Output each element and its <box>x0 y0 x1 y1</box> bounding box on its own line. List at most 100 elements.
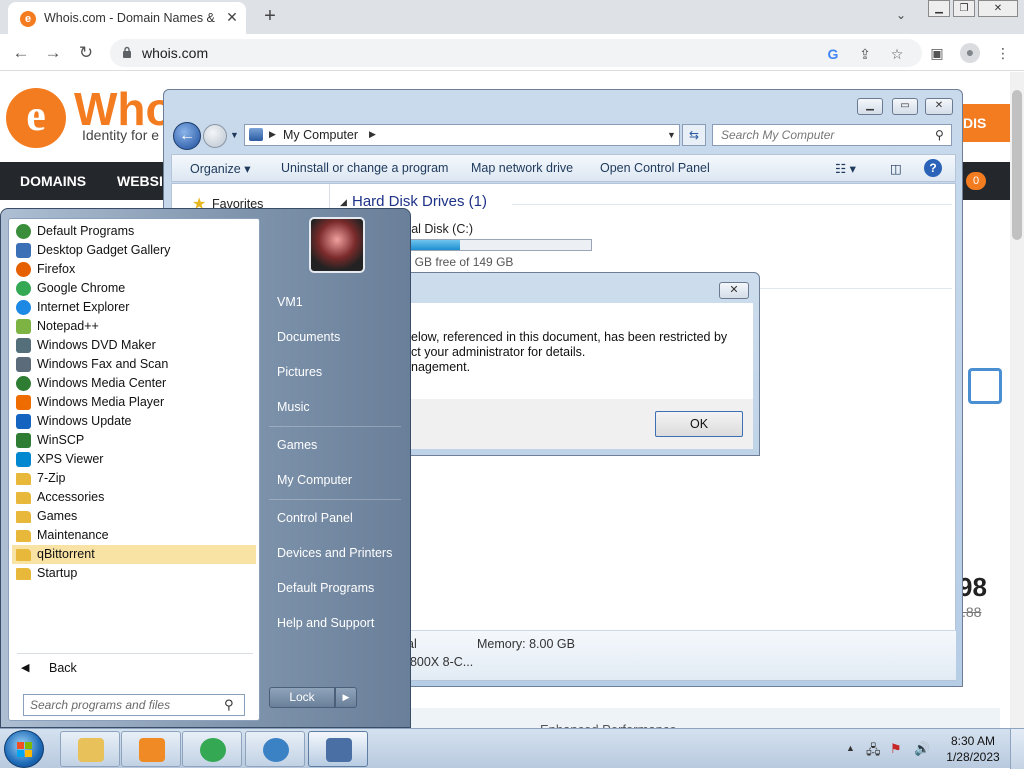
discount-button[interactable]: DIS <box>955 104 1010 142</box>
help-icon[interactable]: ? <box>924 159 942 177</box>
start-item-pictures[interactable]: Pictures <box>277 365 322 379</box>
dialog-close-button[interactable]: ✕ <box>719 282 749 299</box>
start-item-user[interactable]: VM1 <box>277 295 303 309</box>
uninstall-program-button[interactable]: Uninstall or change a program <box>281 161 448 175</box>
new-tab-button[interactable]: + <box>258 5 282 29</box>
change-view-icon[interactable]: ☷ ▾ <box>835 161 856 176</box>
start-item-control-panel[interactable]: Control Panel <box>277 511 353 525</box>
search-icon[interactable]: ⚲ <box>224 697 234 713</box>
star-icon[interactable]: ☆ <box>888 45 906 63</box>
breadcrumb-arrow-icon[interactable]: ▶ <box>369 129 376 140</box>
back-button[interactable]: Back <box>49 661 77 675</box>
explorer-maximize-button[interactable]: ▭ <box>892 98 918 115</box>
start-item-documents[interactable]: Documents <box>277 330 340 344</box>
network-icon[interactable]: 🖧 <box>866 741 881 763</box>
clock-time[interactable]: 8:30 AM <box>948 734 998 748</box>
clock-date[interactable]: 1/28/2023 <box>946 750 1000 764</box>
browser-tab[interactable]: e Whois.com - Domain Names & I ✕ <box>8 2 246 34</box>
close-button[interactable]: ✕ <box>978 0 1018 17</box>
start-item-my-computer[interactable]: My Computer <box>277 473 352 487</box>
profile-icon[interactable]: ● <box>960 43 980 63</box>
share-icon[interactable]: ⇪ <box>856 45 874 63</box>
program-item[interactable]: Notepad++ <box>12 317 256 336</box>
forward-icon[interactable]: → <box>42 42 64 64</box>
show-hidden-icon[interactable]: ▲ <box>846 743 855 753</box>
program-item[interactable]: Internet Explorer <box>12 298 256 317</box>
taskbar-button[interactable] <box>121 731 181 767</box>
search-list-icon[interactable] <box>968 368 1002 404</box>
start-item-help-support[interactable]: Help and Support <box>277 616 374 630</box>
explorer-address-bar[interactable]: ▶ My Computer ▶ ▼ <box>244 124 680 146</box>
program-item[interactable]: qBittorrent <box>12 545 256 564</box>
program-item[interactable]: 7-Zip <box>12 469 256 488</box>
program-item[interactable]: Windows Media Center <box>12 374 256 393</box>
taskbar-button[interactable] <box>60 731 120 767</box>
open-control-panel-button[interactable]: Open Control Panel <box>600 161 710 175</box>
explorer-search-input[interactable]: Search My Computer ⚲ <box>712 124 952 146</box>
whois-logo-icon[interactable]: e <box>6 88 66 148</box>
map-network-drive-button[interactable]: Map network drive <box>471 161 573 175</box>
tab-close-icon[interactable]: ✕ <box>224 9 240 25</box>
search-icon[interactable]: ⚲ <box>935 128 944 142</box>
restore-button[interactable]: ❐ <box>953 0 975 17</box>
side-panel-icon[interactable]: ▣ <box>928 44 946 62</box>
taskbar-button[interactable] <box>308 731 368 767</box>
address-dropdown-icon[interactable]: ▼ <box>667 130 676 140</box>
show-desktop-button[interactable] <box>1010 729 1024 769</box>
forward-arrow-icon[interactable] <box>203 124 227 148</box>
start-item-music[interactable]: Music <box>277 400 310 414</box>
breadcrumb-arrow-icon[interactable]: ▶ <box>269 129 276 140</box>
program-item[interactable]: Firefox <box>12 260 256 279</box>
history-dropdown-icon[interactable]: ▼ <box>230 130 239 140</box>
tab-search-icon[interactable]: ⌄ <box>896 8 906 22</box>
preview-pane-icon[interactable]: ◫ <box>890 161 902 176</box>
taskbar-button[interactable] <box>245 731 305 767</box>
start-item-default-programs[interactable]: Default Programs <box>277 581 374 595</box>
google-icon[interactable]: G <box>824 45 842 63</box>
reload-icon[interactable]: ↻ <box>75 42 97 64</box>
scrollbar-thumb[interactable] <box>1012 90 1022 240</box>
program-item[interactable]: Maintenance <box>12 526 256 545</box>
address-bar[interactable]: whois.com G ⇪ ☆ <box>110 39 922 67</box>
organize-button[interactable]: Organize ▾ <box>190 161 250 176</box>
lock-button[interactable]: Lock <box>269 687 335 708</box>
start-search-input[interactable]: Search programs and files ⚲ <box>23 694 245 716</box>
program-item[interactable]: Games <box>12 507 256 526</box>
program-item[interactable]: XPS Viewer <box>12 450 256 469</box>
program-label: 7-Zip <box>37 471 66 485</box>
start-separator <box>269 499 401 500</box>
program-item[interactable]: Startup <box>12 564 256 583</box>
address-label[interactable]: My Computer <box>283 128 358 142</box>
cart-count-badge[interactable]: 0 <box>966 172 986 190</box>
shutdown-options-icon[interactable]: ▶ <box>335 687 357 708</box>
program-item[interactable]: Google Chrome <box>12 279 256 298</box>
program-label: Windows Update <box>37 414 132 428</box>
start-button[interactable] <box>4 730 44 768</box>
ok-button[interactable]: OK <box>655 411 743 437</box>
user-avatar[interactable] <box>309 217 365 273</box>
menu-icon[interactable]: ⋮ <box>994 44 1012 62</box>
volume-icon[interactable]: 🔊 <box>914 741 930 757</box>
program-item[interactable]: Desktop Gadget Gallery <box>12 241 256 260</box>
start-item-devices-printers[interactable]: Devices and Printers <box>277 546 392 560</box>
refresh-icon[interactable]: ⇆ <box>682 124 706 146</box>
back-icon[interactable]: ← <box>10 42 32 64</box>
explorer-minimize-button[interactable]: ▁ <box>857 98 883 115</box>
explorer-close-button[interactable]: ✕ <box>925 98 953 115</box>
program-item[interactable]: Default Programs <box>12 222 256 241</box>
back-arrow-icon[interactable]: ← <box>173 122 201 150</box>
back-arrow-icon[interactable]: ◀ <box>21 661 29 674</box>
minimize-button[interactable]: ▁ <box>928 0 950 17</box>
program-item[interactable]: WinSCP <box>12 431 256 450</box>
action-center-icon[interactable]: ⚑ <box>890 741 902 757</box>
program-item[interactable]: Windows Fax and Scan <box>12 355 256 374</box>
program-item[interactable]: Accessories <box>12 488 256 507</box>
nav-domains[interactable]: DOMAINS <box>20 173 86 189</box>
start-item-games[interactable]: Games <box>277 438 317 452</box>
collapse-arrow-icon[interactable]: ◢ <box>340 197 347 208</box>
taskbar-button[interactable] <box>182 731 242 767</box>
lock-icon[interactable] <box>122 46 132 58</box>
program-item[interactable]: Windows DVD Maker <box>12 336 256 355</box>
program-item[interactable]: Windows Media Player <box>12 393 256 412</box>
program-item[interactable]: Windows Update <box>12 412 256 431</box>
